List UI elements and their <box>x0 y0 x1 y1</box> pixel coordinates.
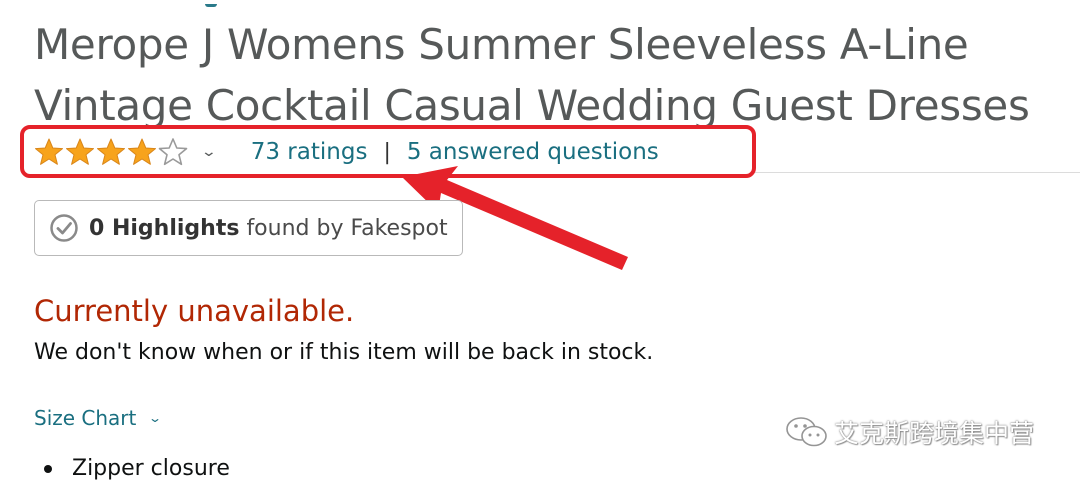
top-link-fragment <box>205 0 217 7</box>
feature-text: Zipper closure <box>72 456 230 481</box>
feature-bullets: Zipper closure <box>34 456 230 481</box>
highlights-count: 0 Highlights <box>89 215 240 241</box>
chevron-down-icon: ⌄ <box>148 411 163 425</box>
product-title: Merope J Womens Summer Sleeveless A-Line… <box>34 20 1030 130</box>
watermark: 艾克斯跨境集中营 <box>784 414 1034 450</box>
size-chart-label: Size Chart <box>34 406 137 430</box>
fakespot-label: 0 Highlights found by Fakespot <box>89 216 448 241</box>
stock-message: We don't know when or if this item will … <box>34 340 654 365</box>
check-circle-icon <box>50 214 78 242</box>
divider <box>755 172 1080 173</box>
watermark-text: 艾克斯跨境集中营 <box>834 419 1035 448</box>
wechat-icon <box>786 417 827 447</box>
list-item: Zipper closure <box>34 456 230 481</box>
fakespot-suffix: found by Fakespot <box>246 215 448 241</box>
fakespot-highlights-button[interactable]: 0 Highlights found by Fakespot <box>34 200 463 256</box>
size-chart-link[interactable]: Size Chart ⌄ <box>34 406 163 430</box>
annotation-highlight-box <box>20 125 756 178</box>
availability-status: Currently unavailable. <box>34 294 355 328</box>
bullet-icon <box>44 464 52 473</box>
